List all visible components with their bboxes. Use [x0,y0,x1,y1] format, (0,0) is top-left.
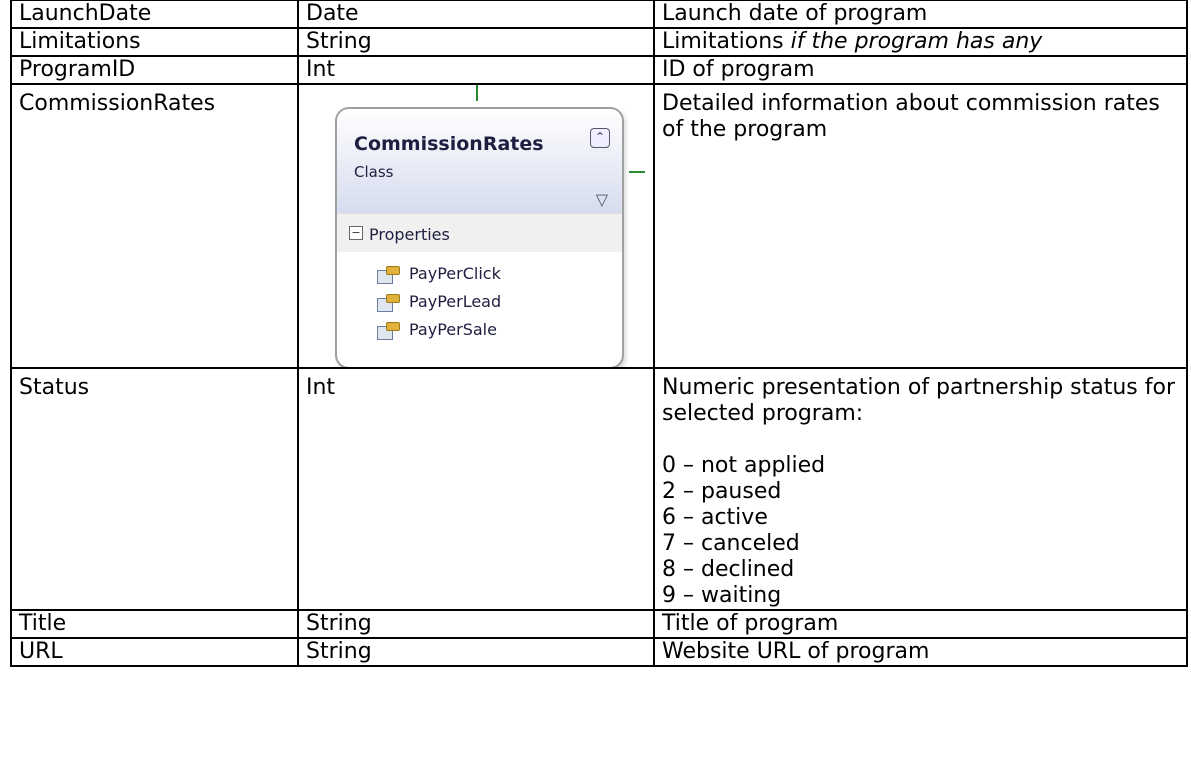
property-item: PayPerClick [377,261,501,287]
field-description: Launch date of program [653,0,1188,29]
field-description: ID of program [653,55,1188,85]
table-row: Title String Title of program [10,609,1188,639]
field-name: ProgramID [10,55,299,85]
fields-table: LaunchDate Date Launch date of program L… [10,0,1188,667]
field-type: String [297,27,655,57]
section-label: Properties [369,225,450,244]
table-row: Status Int Numeric presentation of partn… [10,367,1188,611]
field-type: Date [297,0,655,29]
field-type: Int [297,367,655,611]
property-icon [377,321,400,340]
status-value: 7 – canceled [662,531,800,556]
description-italic: if the program has any [790,29,1043,54]
class-kind: Class [354,163,394,181]
class-diagram: CommissionRates Class ⌃ ▽ − Properties P… [335,107,624,366]
table-row: LaunchDate Date Launch date of program [10,0,1188,29]
status-value: 2 – paused [662,479,782,504]
property-item: PayPerSale [377,317,497,343]
property-name: PayPerLead [409,292,502,311]
double-chevron-up-icon: ⌃ [590,128,610,148]
field-name: Limitations [10,27,299,57]
inheritance-connector-line [476,86,478,101]
field-name: CommissionRates [10,83,299,369]
description-text: Limitations [662,29,791,54]
property-icon [377,293,400,312]
association-connector-line [629,171,645,173]
status-value: 9 – waiting [662,583,782,608]
status-value: 0 – not applied [662,453,826,478]
field-description: Website URL of program [653,637,1188,667]
table-row: URL String Website URL of program [10,637,1188,667]
filter-icon: ▽ [595,190,608,209]
field-type: Int [297,55,655,85]
class-diagram-cell: CommissionRates Class ⌃ ▽ − Properties P… [297,83,655,369]
minus-box-icon: − [349,226,363,240]
table-row: ProgramID Int ID of program [10,55,1188,85]
property-name: PayPerSale [409,320,497,339]
table-row: Limitations String Limitations if the pr… [10,27,1188,57]
table-row: CommissionRates CommissionRates Class ⌃ … [10,83,1188,369]
field-name: LaunchDate [10,0,299,29]
field-name: Status [10,367,299,611]
property-name: PayPerClick [409,264,501,283]
field-description: Limitations if the program has any [653,27,1188,57]
field-description: Title of program [653,609,1188,639]
class-name: CommissionRates [354,133,544,155]
status-value: 8 – declined [662,557,795,582]
field-type: String [297,637,655,667]
field-name: URL [10,637,299,667]
property-icon [377,265,400,284]
field-type: String [297,609,655,639]
status-value: 6 – active [662,505,768,530]
field-description: Numeric presentation of partnership stat… [653,367,1188,611]
field-name: Title [10,609,299,639]
property-item: PayPerLead [377,289,501,315]
field-description: Detailed information about commission ra… [653,83,1188,369]
properties-section-header: − Properties [337,213,622,252]
status-intro: Numeric presentation of partnership stat… [662,375,1176,426]
